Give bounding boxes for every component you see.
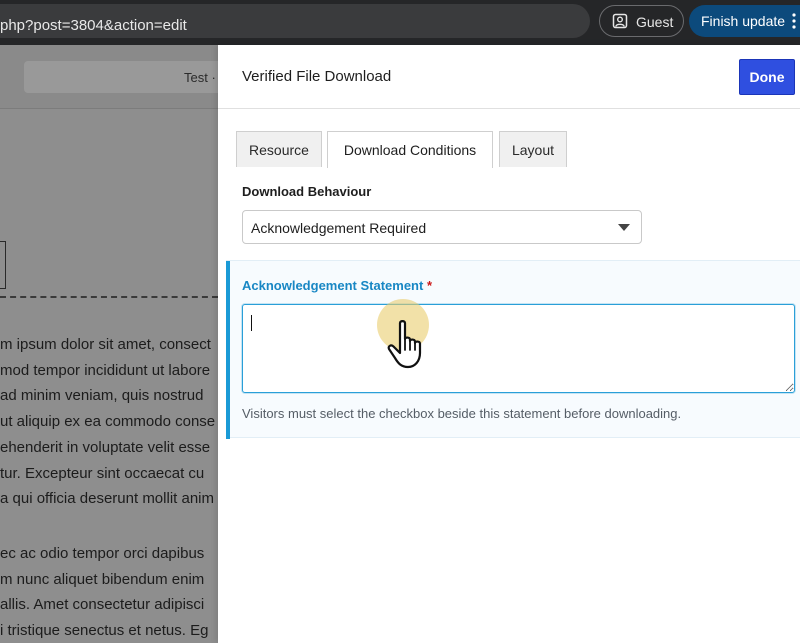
user-account-icon	[612, 13, 628, 29]
editor-paragraph-1: m ipsum dolor sit amet, consect mod temp…	[0, 332, 215, 512]
finish-update-button[interactable]: Finish update	[689, 5, 800, 37]
download-behaviour-value: Acknowledgement Required	[251, 220, 427, 236]
paragraph-line: allis. Amet consectetur adipisci	[0, 596, 205, 614]
download-behaviour-label: Download Behaviour	[242, 184, 372, 199]
chevron-down-icon	[618, 224, 630, 231]
tab-resource[interactable]: Resource	[236, 131, 322, 167]
download-behaviour-select[interactable]: Acknowledgement Required	[242, 210, 642, 244]
acknowledgement-help-text: Visitors must select the checkbox beside…	[242, 406, 682, 421]
editor-top-bar: Test ·	[0, 45, 218, 109]
acknowledgement-statement-textarea[interactable]	[242, 304, 795, 393]
editor-document-title: Test ·	[184, 70, 216, 85]
paragraph-line: m ipsum dolor sit amet, consect	[0, 336, 211, 353]
acknowledgement-statement-label: Acknowledgement Statement *	[242, 278, 432, 293]
editor-paragraph-2: ec ac odio tempor orci dapibus m nunc al…	[0, 541, 208, 643]
tab-layout[interactable]: Layout	[499, 131, 567, 167]
kebab-menu-icon[interactable]	[791, 12, 797, 30]
editor-dashed-divider	[0, 296, 218, 298]
paragraph-line: ad minim veniam, quis nostrud	[0, 387, 204, 405]
done-button[interactable]: Done	[739, 59, 795, 95]
paragraph-line: i tristique senectus et netus. Eg	[0, 622, 209, 640]
editor-block-outline	[0, 241, 6, 289]
panel-header: Verified File Download Done	[218, 45, 800, 109]
paragraph-line: m nunc aliquet bibendum enim	[0, 570, 205, 588]
hand-pointer-icon	[387, 320, 422, 369]
url-text: php?post=3804&action=edit	[0, 17, 187, 34]
paragraph-line: ehenderit in voluptate velit esse	[0, 438, 211, 456]
required-indicator: *	[426, 278, 433, 293]
paragraph-line: mod tempor incididunt ut labore	[0, 361, 211, 379]
paragraph-line: tur. Excepteur sint occaecat cu	[0, 464, 205, 482]
paragraph-line: a qui officia deserunt mollit anim	[0, 490, 214, 508]
paragraph-line: ec ac odio tempor orci dapibus	[0, 545, 205, 562]
paragraph-line: ut aliquip ex ea commodo conse	[0, 413, 216, 431]
acknowledgement-section: Acknowledgement Statement * Visitors mus…	[226, 260, 800, 439]
acknowledgement-label-text: Acknowledgement Statement	[242, 278, 424, 293]
panel-title: Verified File Download	[242, 68, 392, 85]
acknowledgement-accent-bar	[226, 261, 230, 439]
finish-update-label: Finish update	[701, 13, 786, 29]
text-caret	[251, 315, 252, 331]
editor-canvas-overlay: Test · m ipsum dolor sit amet, consect m…	[0, 45, 218, 643]
browser-toolbar: php?post=3804&action=edit Guest Finish u…	[0, 0, 800, 45]
block-settings-panel: Verified File Download Done Resource Dow…	[218, 45, 800, 643]
tab-download-conditions[interactable]: Download Conditions	[327, 131, 493, 168]
guest-label: Guest	[636, 14, 674, 30]
guest-profile-button[interactable]: Guest	[599, 5, 684, 37]
address-bar[interactable]: php?post=3804&action=edit	[0, 4, 590, 38]
